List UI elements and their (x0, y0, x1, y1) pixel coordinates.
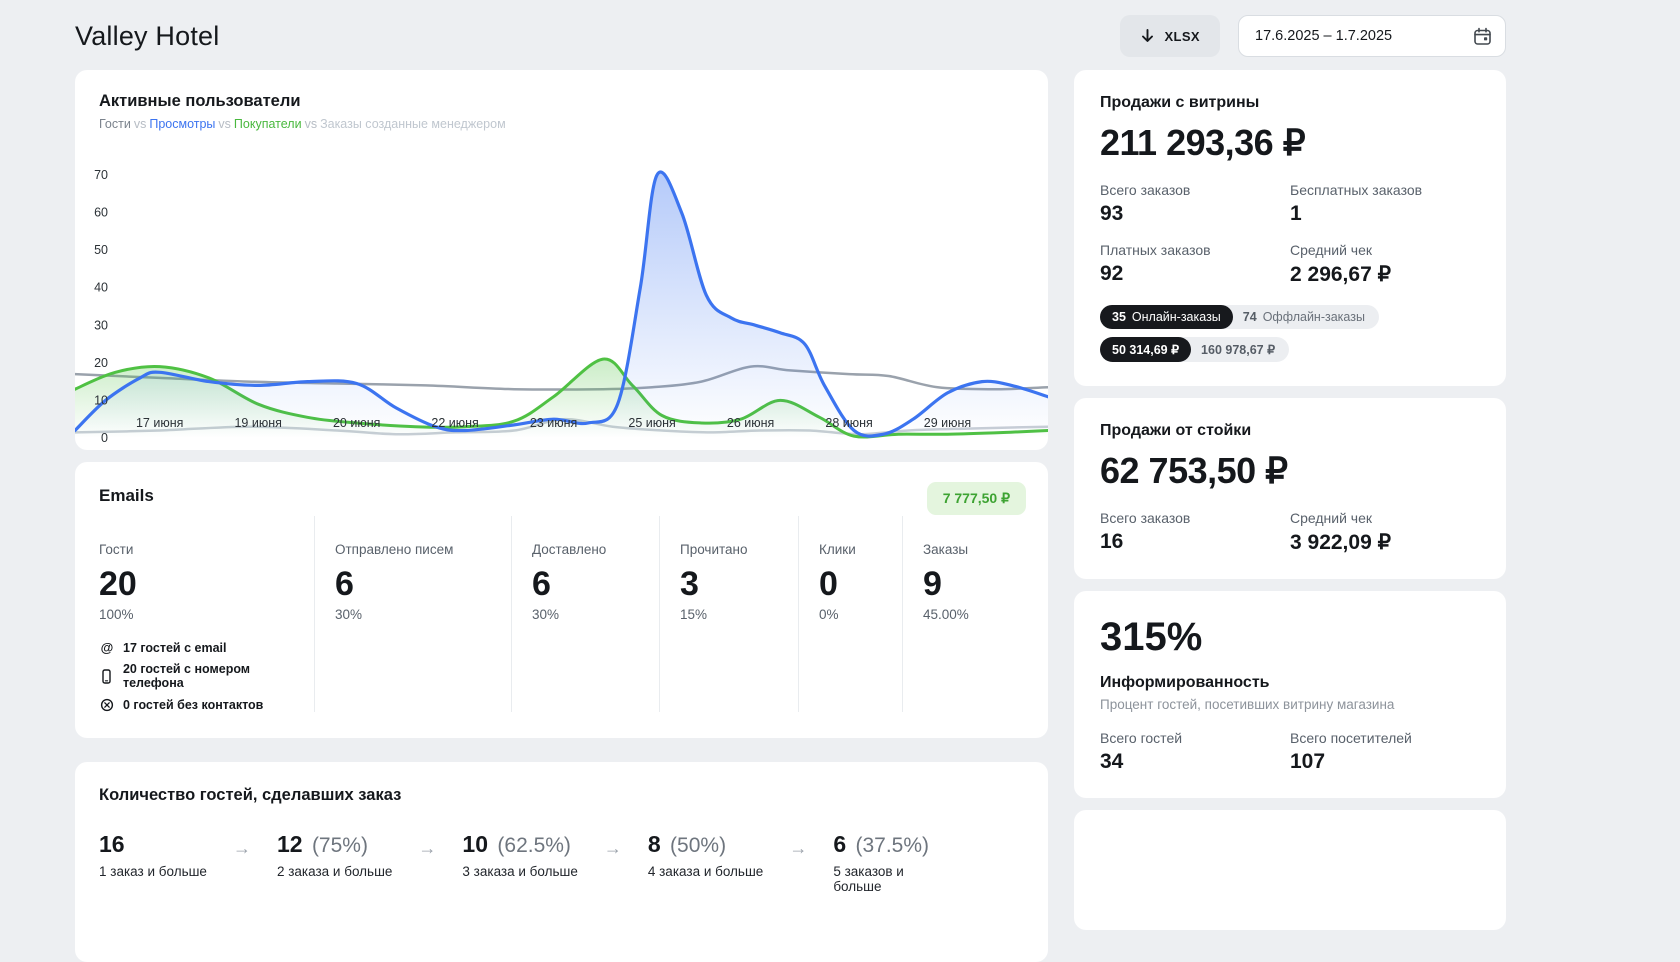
right-column: Продажи с витрины 211 293,36 ₽ Всего зак… (1074, 70, 1506, 962)
svg-text:26 июня: 26 июня (727, 416, 774, 430)
email-funnel: Гости 20 100% @ 17 гостей с email 20 гос… (99, 516, 1024, 712)
email-col-sent: Отправлено писем 6 30% (314, 516, 511, 712)
email-col-read: Прочитано 3 15% (659, 516, 798, 712)
svg-text:17 июня: 17 июня (136, 416, 183, 430)
desk-title: Продажи от стойки (1100, 422, 1252, 439)
legend-views: Просмотры (149, 117, 216, 131)
desk-sales-card: Продажи от стойки 62 753,50 ₽ Всего зака… (1074, 398, 1506, 579)
awareness-title: Информированность (1100, 674, 1270, 691)
revenue-split-pill: 50 314,69 ₽ 160 978,67 ₽ (1100, 337, 1290, 362)
dashboard-layout: Активные пользователи Гости vs Просмотры vs… (0, 70, 1680, 962)
stat-total-visitors: Всего посетителей 107 (1290, 730, 1412, 773)
storefront-total: 211 293,36 ₽ (1100, 122, 1306, 163)
online-revenue-segment: 50 314,69 ₽ (1100, 337, 1192, 362)
chart-header: Активные пользователи Гости vs Просмотры vs… (99, 92, 506, 131)
orders-amount-badge: 7 777,50 ₽ (926, 482, 1026, 515)
email-col-clicks: Клики 0 0% (798, 516, 902, 712)
svg-text:19 июня: 19 июня (234, 416, 281, 430)
calendar-icon (1474, 27, 1491, 45)
svg-text:10: 10 (94, 393, 108, 407)
download-icon (1142, 29, 1154, 42)
phone-icon (99, 668, 115, 684)
stat-desk-avg-check: Средний чек 3 922,09 ₽ (1290, 510, 1391, 554)
funnel-arrow: → (603, 838, 622, 858)
legend-guests: Гости (99, 117, 131, 131)
storefront-title: Продажи с витрины (1100, 94, 1260, 111)
xlsx-export-button[interactable]: XLSX (1120, 15, 1220, 57)
email-col-delivered: Доставлено 6 30% (511, 516, 659, 712)
funnel-step-2: 12 (75%) 2 заказа и больше (276, 831, 393, 879)
repeat-orders-funnel: 16 1 заказ и больше → 12 (75%) 2 заказа … (99, 831, 1024, 894)
funnel-step-1: 16 1 заказ и больше (99, 831, 207, 879)
offline-revenue-segment: 160 978,67 ₽ (1201, 343, 1276, 357)
stat-total-guests: Всего гостей 34 (1100, 730, 1183, 773)
funnel-step-4: 8 (50%) 4 заказа и больше (647, 831, 764, 879)
svg-text:28 июня: 28 июня (825, 416, 872, 430)
funnel-arrow: → (418, 838, 437, 858)
storefront-stats: Всего заказов 93 Бесплатных заказов 1 Пл… (1100, 182, 1480, 287)
contact-email-row: @ 17 гостей с email (100, 640, 227, 655)
email-col-orders: Заказы 9 45.00% (902, 516, 1024, 712)
awareness-stats: Всего гостей 34 Всего посетителей 107 (1100, 730, 1480, 774)
date-range-value: 17.6.2025 – 1.7.2025 (1255, 28, 1393, 44)
awareness-card: 315% Информированность Процент гостей, п… (1074, 591, 1506, 798)
partial-card (1074, 810, 1506, 930)
svg-text:20 июня: 20 июня (333, 416, 380, 430)
legend-separator: vs (133, 117, 147, 131)
chart-legend: Гости vs Просмотры vs Покупатели vs Заказы соз… (99, 117, 506, 131)
xlsx-label: XLSX (1164, 28, 1200, 44)
emails-title: Emails (99, 486, 154, 505)
stat-avg-check: Средний чек 2 296,67 ₽ (1290, 242, 1391, 286)
svg-text:29 июня: 29 июня (924, 416, 971, 430)
funnel-arrow: → (232, 838, 251, 858)
no-contact-icon (99, 697, 115, 712)
svg-text:22 июня: 22 июня (431, 416, 478, 430)
offline-orders-segment: 74 Оффлайн-заказы (1242, 310, 1365, 324)
online-orders-segment: 35 Онлайн-заказы (1100, 305, 1233, 329)
date-range-picker[interactable]: 17.6.2025 – 1.7.2025 (1238, 15, 1506, 57)
stat-total-orders: Всего заказов 93 (1100, 182, 1191, 225)
svg-text:23 июня: 23 июня (530, 416, 577, 430)
awareness-value: 315% (1100, 615, 1203, 659)
svg-text:25 июня: 25 июня (628, 416, 675, 430)
chart-title: Активные пользователи (99, 92, 301, 110)
repeat-orders-title: Количество гостей, сделавших заказ (99, 786, 402, 804)
svg-text:40: 40 (94, 281, 108, 295)
legend-separator: vs (218, 117, 231, 131)
repeat-orders-card: Количество гостей, сделавших заказ 16 1 … (75, 762, 1048, 962)
contact-phone-row: 20 гостей с номером телефона (99, 662, 314, 690)
legend-manager-orders: Заказы созданные менеджером (320, 117, 506, 131)
page-title: Valley Hotel (75, 20, 220, 51)
stat-paid-orders: Платных заказов 92 (1100, 242, 1211, 285)
stat-free-orders: Бесплатных заказов 1 (1290, 182, 1423, 225)
legend-separator: vs (304, 117, 318, 131)
main-column: Активные пользователи Гости vs Просмотры vs… (75, 70, 1048, 962)
svg-text:20: 20 (94, 356, 108, 370)
funnel-step-5: 6 (37.5%) 5 заказов и больше (833, 831, 930, 894)
topbar: Valley Hotel XLSX 17.6.2025 – 1.7.2025 (0, 0, 1680, 70)
legend-buyers: Покупатели (233, 117, 302, 131)
funnel-step-3: 10 (62.5%) 3 заказа и больше (462, 831, 578, 879)
contact-none-row: 0 гостей без контактов (99, 697, 314, 712)
active-users-card: Активные пользователи Гости vs Просмотры vs… (75, 70, 1048, 450)
desk-total: 62 753,50 ₽ (1100, 450, 1288, 491)
svg-text:60: 60 (94, 206, 108, 220)
storefront-splits: 35 Онлайн-заказы 74 Оффлайн-заказы 50 31… (1100, 305, 1480, 362)
emails-card: Emails 7 777,50 ₽ Гости 20 100% @ 17 гос… (75, 462, 1048, 738)
svg-text:0: 0 (101, 431, 108, 445)
funnel-arrow: → (789, 838, 808, 858)
svg-text:70: 70 (94, 168, 108, 182)
stat-desk-orders: Всего заказов 16 (1100, 510, 1191, 553)
svg-text:50: 50 (94, 243, 108, 257)
orders-split-pill: 35 Онлайн-заказы 74 Оффлайн-заказы (1100, 305, 1379, 329)
at-icon: @ (100, 640, 114, 655)
storefront-sales-card: Продажи с витрины 211 293,36 ₽ Всего зак… (1074, 70, 1506, 386)
guest-contacts: @ 17 гостей с email 20 гостей с номером … (99, 640, 314, 712)
svg-text:30: 30 (94, 318, 108, 332)
email-col-guests: Гости 20 100% @ 17 гостей с email 20 гос… (99, 516, 314, 712)
awareness-subtitle: Процент гостей, посетивших витрину магаз… (1100, 697, 1395, 712)
topbar-actions: XLSX 17.6.2025 – 1.7.2025 (1120, 15, 1506, 57)
desk-stats: Всего заказов 16 Средний чек 3 922,09 ₽ (1100, 510, 1480, 555)
